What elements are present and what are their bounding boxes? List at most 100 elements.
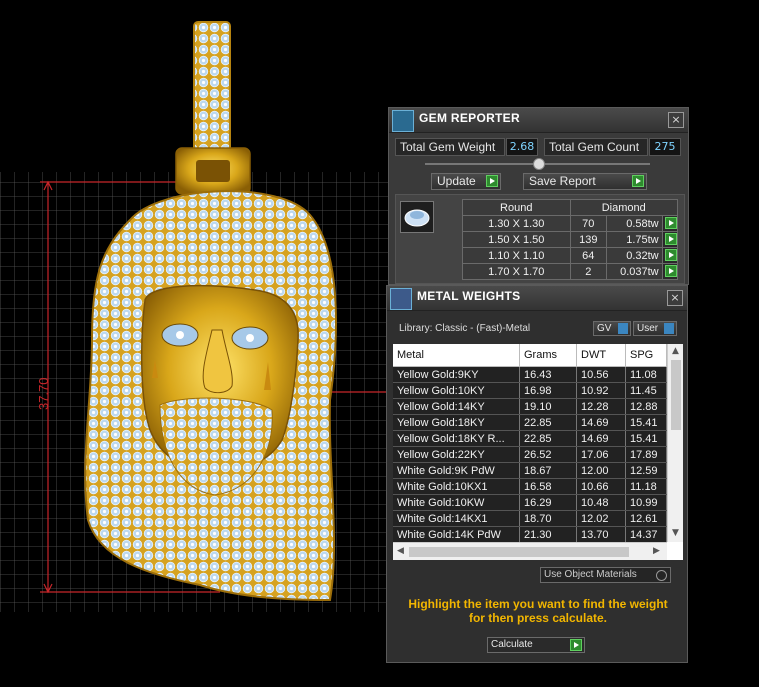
- gem-reporter-titlebar[interactable]: GEM REPORTER ×: [389, 108, 688, 133]
- grams-value: 22.85: [519, 414, 577, 431]
- horizontal-scrollbar[interactable]: ◀ ▶: [393, 542, 667, 560]
- dwt-value: 12.28: [576, 398, 626, 415]
- user-label: User: [637, 323, 659, 334]
- dwt-value: 10.66: [576, 478, 626, 495]
- use-object-materials-label: Use Object Materials: [544, 569, 637, 580]
- metal-weights-titlebar[interactable]: METAL WEIGHTS ×: [387, 286, 687, 311]
- metal-name: Yellow Gold:18KY: [393, 414, 520, 431]
- spg-value: 12.88: [625, 398, 667, 415]
- go-arrow-icon[interactable]: [661, 263, 679, 280]
- gem-weight: 1.75tw: [606, 231, 663, 248]
- close-icon[interactable]: ×: [667, 290, 683, 306]
- calculate-button[interactable]: Calculate: [487, 637, 585, 653]
- table-row[interactable]: Yellow Gold:9KY 16.43 10.56 11.08: [393, 366, 667, 383]
- play-icon: [570, 639, 582, 651]
- dimension-label: 37.70: [36, 377, 51, 410]
- bail: [193, 21, 231, 163]
- gem-row[interactable]: 1.10 X 1.10 64 0.32tw: [462, 247, 679, 264]
- save-report-label: Save Report: [529, 174, 596, 188]
- total-gem-weight-label: Total Gem Weight: [395, 138, 505, 156]
- spg-value: 14.37: [625, 526, 667, 542]
- metal-name: Yellow Gold:22KY: [393, 446, 520, 463]
- play-icon: [486, 175, 498, 187]
- scroll-right-icon[interactable]: ▶: [653, 546, 660, 556]
- scroll-left-icon[interactable]: ◀: [397, 546, 404, 556]
- library-label: Library: Classic - (Fast)-Metal: [399, 323, 531, 334]
- save-report-button[interactable]: Save Report: [523, 173, 647, 190]
- metal-list[interactable]: Metal Grams DWT SPG Yellow Gold:9KY 16.43…: [393, 344, 683, 560]
- header-material: Diamond: [569, 199, 678, 216]
- total-gem-weight-value: 2.68: [506, 138, 538, 156]
- update-button-label: Update: [437, 174, 476, 188]
- close-icon[interactable]: ×: [668, 112, 684, 128]
- update-button[interactable]: Update: [431, 173, 501, 190]
- table-row[interactable]: White Gold:9K PdW 18.67 12.00 12.59: [393, 462, 667, 479]
- column-dwt[interactable]: DWT: [576, 344, 626, 367]
- gem-count: 64: [569, 247, 608, 264]
- table-row[interactable]: Yellow Gold:18KY R... 22.85 14.69 15.41: [393, 430, 667, 447]
- gem-row[interactable]: 1.50 X 1.50 139 1.75tw: [462, 231, 679, 248]
- gv-toggle[interactable]: GV: [593, 321, 631, 336]
- gem-size: 1.10 X 1.10: [462, 247, 571, 264]
- metal-name: Yellow Gold:10KY: [393, 382, 520, 399]
- spg-value: 17.89: [625, 446, 667, 463]
- metal-name: White Gold:10KW: [393, 494, 520, 511]
- metal-weights-title: METAL WEIGHTS: [417, 289, 521, 303]
- gem-reporter-panel: GEM REPORTER × Total Gem Weight 2.68 Tot…: [388, 107, 689, 285]
- gem-count: 139: [569, 231, 608, 248]
- metal-weights-app-icon: [390, 288, 412, 310]
- scroll-thumb[interactable]: [671, 360, 681, 430]
- metal-name: White Gold:10KX1: [393, 478, 520, 495]
- grams-value: 16.43: [519, 366, 577, 383]
- scroll-down-icon[interactable]: ▼: [672, 528, 679, 538]
- use-object-materials-toggle[interactable]: Use Object Materials: [540, 567, 671, 583]
- dwt-value: 17.06: [576, 446, 626, 463]
- total-gem-count-label: Total Gem Count: [544, 138, 648, 156]
- go-arrow-icon[interactable]: [661, 231, 679, 248]
- gem-weight: 0.037tw: [606, 263, 663, 280]
- radio-icon: [656, 570, 667, 581]
- gem-row[interactable]: 1.30 X 1.30 70 0.58tw: [462, 215, 679, 232]
- table-row[interactable]: Yellow Gold:14KY 19.10 12.28 12.88: [393, 398, 667, 415]
- table-row[interactable]: White Gold:10KW 16.29 10.48 10.99: [393, 494, 667, 511]
- go-arrow-icon[interactable]: [661, 247, 679, 264]
- gem-table: Round Diamond 1.30 X 1.30 70 0.58tw 1.50…: [462, 199, 679, 280]
- instruction-message: Highlight the item you want to find the …: [393, 597, 683, 625]
- info-icon: [664, 323, 674, 334]
- slider-handle[interactable]: [533, 158, 545, 170]
- table-row[interactable]: White Gold:14KX1 18.70 12.02 12.61: [393, 510, 667, 527]
- gv-label: GV: [597, 323, 612, 334]
- dwt-value: 12.02: [576, 510, 626, 527]
- gem-size: 1.30 X 1.30: [462, 215, 571, 232]
- table-row[interactable]: White Gold:14K PdW 21.30 13.70 14.37: [393, 526, 667, 542]
- spg-value: 10.99: [625, 494, 667, 511]
- scroll-thumb[interactable]: [409, 547, 629, 557]
- dwt-value: 10.48: [576, 494, 626, 511]
- gem-reporter-title: GEM REPORTER: [419, 111, 520, 125]
- gem-size: 1.70 X 1.70: [462, 263, 571, 280]
- spg-value: 12.61: [625, 510, 667, 527]
- round-diamond-icon: [400, 201, 434, 233]
- gem-row[interactable]: 1.70 X 1.70 2 0.037tw: [462, 263, 679, 280]
- metal-name: Yellow Gold:14KY: [393, 398, 520, 415]
- table-row[interactable]: White Gold:10KX1 16.58 10.66 11.18: [393, 478, 667, 495]
- grams-value: 16.58: [519, 478, 577, 495]
- grams-value: 22.85: [519, 430, 577, 447]
- scroll-up-icon[interactable]: ▲: [672, 346, 679, 356]
- column-metal[interactable]: Metal: [393, 344, 520, 367]
- column-grams[interactable]: Grams: [519, 344, 577, 367]
- column-spg[interactable]: SPG: [625, 344, 667, 367]
- metal-table: Metal Grams DWT SPG Yellow Gold:9KY 16.43…: [393, 344, 667, 542]
- table-row[interactable]: Yellow Gold:22KY 26.52 17.06 17.89: [393, 446, 667, 463]
- table-row[interactable]: Yellow Gold:18KY 22.85 14.69 15.41: [393, 414, 667, 431]
- metal-weights-panel: METAL WEIGHTS × Library: Classic - (Fast…: [386, 285, 688, 663]
- vertical-scrollbar[interactable]: ▲ ▼: [667, 344, 683, 542]
- table-row[interactable]: Yellow Gold:10KY 16.98 10.92 11.45: [393, 382, 667, 399]
- instruction-line-1: Highlight the item you want to find the …: [408, 597, 668, 611]
- user-toggle[interactable]: User: [633, 321, 677, 336]
- gem-count: 70: [569, 215, 608, 232]
- go-arrow-icon[interactable]: [661, 215, 679, 232]
- grams-value: 16.98: [519, 382, 577, 399]
- dwt-value: 14.69: [576, 414, 626, 431]
- metal-name: Yellow Gold:9KY: [393, 366, 520, 383]
